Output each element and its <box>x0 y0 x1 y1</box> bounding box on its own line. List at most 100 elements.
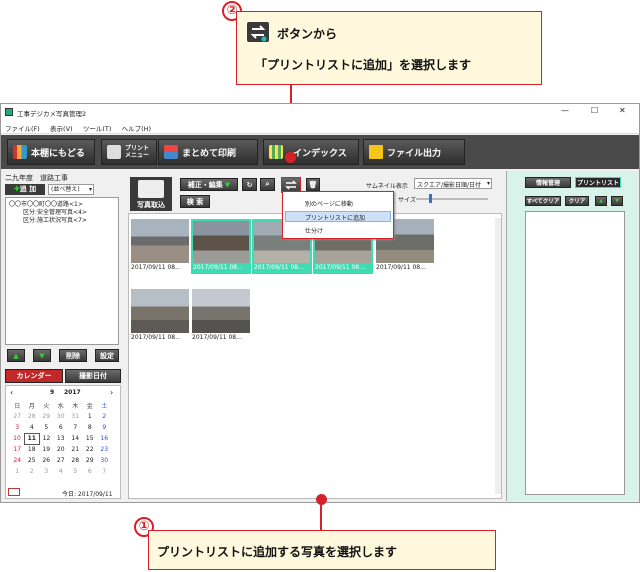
import-photos-button[interactable]: 写真取込 <box>130 177 172 211</box>
calendar-day[interactable]: 28 <box>25 411 40 422</box>
calendar-day[interactable]: 4 <box>25 422 40 433</box>
scrollbar[interactable] <box>495 218 501 494</box>
calendar-day[interactable]: 25 <box>25 455 40 466</box>
calendar-day[interactable]: 3 <box>39 466 54 477</box>
calendar-day[interactable]: 6 <box>83 466 98 477</box>
calendar-day[interactable]: 11 <box>24 432 40 445</box>
calendar-day[interactable]: 31 <box>68 411 83 422</box>
delete-button[interactable]: 削除 <box>59 349 87 362</box>
photo-thumbnail-selected[interactable]: 2017/09/11 08... <box>191 219 251 274</box>
next-month-icon[interactable]: › <box>110 388 113 397</box>
move-up-button[interactable]: ▲ <box>595 196 607 206</box>
calendar-day[interactable]: 2 <box>25 466 40 477</box>
index-button[interactable]: インデックス <box>263 139 359 165</box>
tree-item-root[interactable]: 〇〇市〇〇町〇〇道路<1> <box>9 201 115 209</box>
photo-thumbnail[interactable]: 2017/09/11 08... <box>131 289 189 343</box>
batch-print-button[interactable]: まとめて印刷 <box>158 139 258 165</box>
calendar-day[interactable]: 2 <box>97 411 112 422</box>
calendar-day[interactable]: 8 <box>83 422 98 433</box>
move-down-button[interactable]: ▼ <box>611 196 623 206</box>
calendar-day[interactable]: 28 <box>68 455 83 466</box>
photo-image <box>193 221 249 263</box>
calendar-day[interactable]: 7 <box>68 422 83 433</box>
move-down-button[interactable]: ▼ <box>33 349 51 362</box>
camera-icon <box>138 180 164 198</box>
calendar-day[interactable]: 15 <box>83 433 98 444</box>
tree-item-construction[interactable]: 区分:施工状況写真<7> <box>9 217 115 225</box>
calendar-day[interactable]: 29 <box>39 411 54 422</box>
tab-calendar[interactable]: カレンダー <box>5 369 63 383</box>
calendar-day[interactable]: 21 <box>68 444 83 455</box>
calendar-day[interactable]: 9 <box>97 422 112 433</box>
print-menu-button[interactable]: プリント メニュー <box>101 139 157 165</box>
callout-step-2: ボタンから 「プリントリストに追加」を選択します <box>236 11 542 85</box>
calendar-day[interactable]: 10 <box>10 433 25 444</box>
calendar-grid: 日月火水木金土 27 28 29 30 31 1 2 3 4 5 6 7 8 9 10 11 12 13 14 15 1… <box>10 400 112 477</box>
add-button[interactable]: ✚追 加 <box>5 184 45 195</box>
calendar-day[interactable]: 22 <box>83 444 98 455</box>
menu-tools[interactable]: ツール(T) <box>79 120 116 136</box>
thumbnail-select[interactable]: スクエア/撮影日順/日付 ▾ <box>414 178 492 189</box>
edit-button[interactable]: 補正・編集 ▼ <box>180 178 238 191</box>
info-management-button[interactable]: 情報管理 <box>525 177 571 188</box>
calendar-day[interactable]: 4 <box>54 466 69 477</box>
calendar-month: 9 <box>50 389 55 396</box>
menu-item-sort[interactable]: 仕分け <box>305 226 323 235</box>
bookshelf-button[interactable]: 本棚にもどる <box>7 139 95 165</box>
calendar-day[interactable]: 5 <box>68 466 83 477</box>
clear-all-button[interactable]: すべてクリア <box>525 196 561 206</box>
photo-thumbnail[interactable]: 2017/09/11 08... <box>131 219 189 273</box>
tab-shooting-date[interactable]: 撮影日付 <box>65 369 121 383</box>
close-button[interactable]: ✕ <box>619 106 626 115</box>
calendar-day[interactable]: 13 <box>54 433 69 444</box>
calendar-day[interactable]: 27 <box>54 455 69 466</box>
calendar-day[interactable]: 5 <box>39 422 54 433</box>
calendar-day[interactable]: 20 <box>54 444 69 455</box>
printlist-button[interactable]: プリントリスト <box>575 177 621 188</box>
left-pane: 二九年度 道路工事 ✚追 加 (並べ替え) ▾ 〇〇市〇〇町〇〇道路<1> 区分:… <box>3 171 121 501</box>
sort-select[interactable]: (並べ替え) ▾ <box>48 184 94 195</box>
weekday-label: 火 <box>43 403 50 410</box>
today-label: 今日: 2017/09/11 <box>62 491 113 498</box>
zoom-button[interactable]: ⌕ <box>260 178 275 191</box>
calendar-day[interactable]: 1 <box>83 411 98 422</box>
calendar-day[interactable]: 1 <box>10 466 25 477</box>
calendar-day[interactable]: 17 <box>10 444 25 455</box>
menu-item-move-page[interactable]: 別のページに移動 <box>305 199 353 208</box>
calendar-day[interactable]: 14 <box>68 433 83 444</box>
calendar-day[interactable]: 18 <box>25 444 40 455</box>
calendar-day[interactable]: 12 <box>39 433 54 444</box>
size-slider[interactable] <box>416 198 488 200</box>
menu-help[interactable]: ヘルプ(H) <box>118 120 155 136</box>
rotate-button[interactable]: ↻ <box>242 178 257 191</box>
minimize-button[interactable]: — <box>561 106 569 115</box>
menu-item-add-to-printlist[interactable]: プリントリストに追加 <box>305 213 365 222</box>
maximize-button[interactable]: ☐ <box>591 106 598 115</box>
calendar-day[interactable]: 29 <box>83 455 98 466</box>
trash-button[interactable]: 🗑 <box>306 178 320 191</box>
calendar-day[interactable]: 6 <box>54 422 69 433</box>
prev-month-icon[interactable]: ‹ <box>10 388 13 397</box>
tree-item-safety[interactable]: 区分:安全管理写真<4> <box>9 209 115 217</box>
search-button[interactable]: 検 索 <box>180 195 210 208</box>
calendar-day[interactable]: 3 <box>10 422 25 433</box>
menu-file[interactable]: ファイル(F) <box>1 120 44 136</box>
calendar-day[interactable]: 30 <box>97 455 112 466</box>
calendar-day[interactable]: 23 <box>97 444 112 455</box>
calendar-day[interactable]: 30 <box>54 411 69 422</box>
file-output-button[interactable]: ファイル出力 <box>363 139 465 165</box>
weekday-label: 水 <box>57 403 64 410</box>
menu-view[interactable]: 表示(V) <box>46 120 77 136</box>
size-slider-handle[interactable] <box>429 194 432 203</box>
photo-thumbnail[interactable]: 2017/09/11 08... <box>192 289 250 343</box>
calendar-day[interactable]: 26 <box>39 455 54 466</box>
calendar-day[interactable]: 19 <box>39 444 54 455</box>
calendar-day[interactable]: 7 <box>97 466 112 477</box>
calendar-day[interactable]: 27 <box>10 411 25 422</box>
clear-button[interactable]: クリア <box>565 196 589 206</box>
settings-button[interactable]: 設定 <box>95 349 119 362</box>
move-up-button[interactable]: ▲ <box>7 349 25 362</box>
calendar-day[interactable]: 16 <box>97 433 112 444</box>
calendar-day[interactable]: 24 <box>10 455 25 466</box>
callout-1-line <box>320 503 322 533</box>
